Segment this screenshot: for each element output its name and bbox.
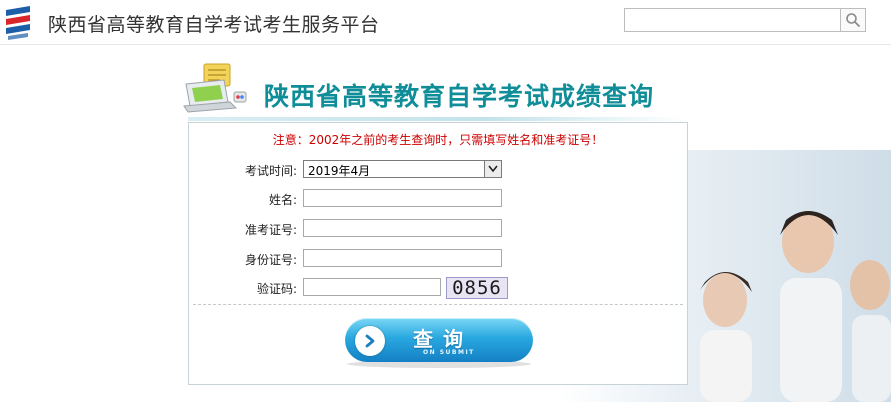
form-divider (193, 304, 683, 305)
exam-time-selected: 2019年4月 (308, 164, 371, 178)
site-header: 陕西省高等教育自学考试考生服务平台 (0, 0, 891, 45)
exam-time-label: 考试时间: (244, 164, 297, 178)
score-query-form: 注意：2002年之前的考生查询时，只需填写姓名和准考证号！ 考试时间: 2019… (188, 122, 688, 385)
captcha-image[interactable]: 0856 (446, 277, 508, 299)
notice-text: 注意：2002年之前的考生查询时，只需填写姓名和准考证号！ (272, 133, 604, 147)
ticket-number-input[interactable] (303, 219, 502, 237)
name-label: 姓名: (268, 193, 297, 207)
query-submit-button[interactable]: 查询 ON SUBMIT (341, 316, 537, 370)
chevron-right-icon (355, 326, 385, 356)
search-button[interactable] (840, 9, 865, 31)
page-title: 陕西省高等教育自学考试成绩查询 (264, 82, 655, 111)
id-number-input[interactable] (303, 249, 502, 267)
submit-label: 查询 (413, 327, 473, 351)
captcha-input[interactable] (303, 278, 441, 296)
title-underline (188, 117, 688, 121)
chevron-down-icon[interactable] (484, 161, 501, 177)
computer-notepad-icon (183, 63, 247, 113)
search-icon (846, 13, 861, 28)
ticket-number-label: 准考证号: (244, 223, 297, 237)
search-box (624, 8, 866, 32)
submit-sublabel: ON SUBMIT (423, 349, 475, 356)
captcha-label: 验证码: (256, 282, 297, 296)
name-input[interactable] (303, 189, 502, 207)
id-number-label: 身份证号: (244, 253, 297, 267)
search-input[interactable] (625, 9, 840, 31)
site-logo-icon[interactable] (2, 4, 36, 42)
site-title: 陕西省高等教育自学考试考生服务平台 (48, 14, 380, 36)
exam-time-select[interactable]: 2019年4月 (303, 160, 502, 178)
